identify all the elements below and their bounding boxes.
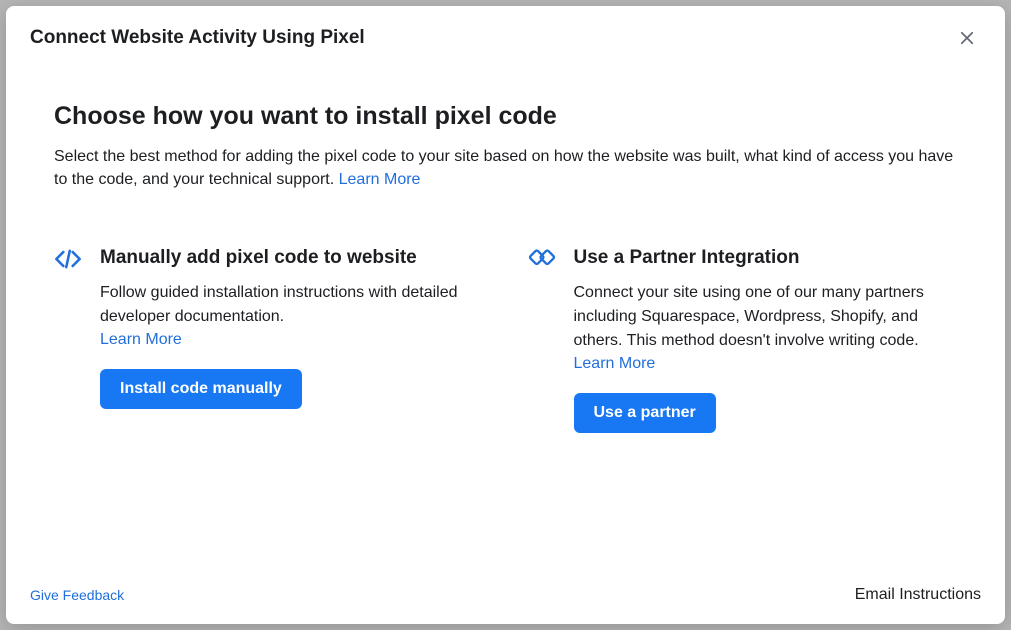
pixel-install-modal: Connect Website Activity Using Pixel Cho… [6,6,1005,624]
give-feedback-link[interactable]: Give Feedback [30,587,124,603]
option-partner-desc: Connect your site using one of our many … [574,281,958,353]
modal-title: Connect Website Activity Using Pixel [30,27,365,49]
option-manual-content: Manually add pixel code to website Follo… [100,245,484,433]
modal-header: Connect Website Activity Using Pixel [6,6,1005,62]
email-instructions-link[interactable]: Email Instructions [855,586,981,604]
option-manual-learn-more[interactable]: Learn More [100,331,182,349]
subtext-text: Select the best method for adding the pi… [54,148,953,188]
modal-footer: Give Feedback Email Instructions [6,572,1005,624]
option-manual-desc: Follow guided installation instructions … [100,281,484,329]
close-icon [958,29,976,47]
use-partner-button[interactable]: Use a partner [574,393,716,433]
install-options: Manually add pixel code to website Follo… [54,245,957,433]
modal-body: Choose how you want to install pixel cod… [6,62,1005,572]
page-heading: Choose how you want to install pixel cod… [54,102,957,131]
code-icon [54,245,82,433]
option-partner-learn-more[interactable]: Learn More [574,355,656,373]
option-partner-title: Use a Partner Integration [574,245,958,271]
page-subtext: Select the best method for adding the pi… [54,145,957,191]
option-manual: Manually add pixel code to website Follo… [54,245,484,433]
close-button[interactable] [953,24,981,52]
option-partner: Use a Partner Integration Connect your s… [528,245,958,433]
learn-more-link[interactable]: Learn More [339,171,421,188]
option-manual-title: Manually add pixel code to website [100,245,484,271]
install-manually-button[interactable]: Install code manually [100,369,302,409]
handshake-icon [528,245,556,433]
option-partner-content: Use a Partner Integration Connect your s… [574,245,958,433]
